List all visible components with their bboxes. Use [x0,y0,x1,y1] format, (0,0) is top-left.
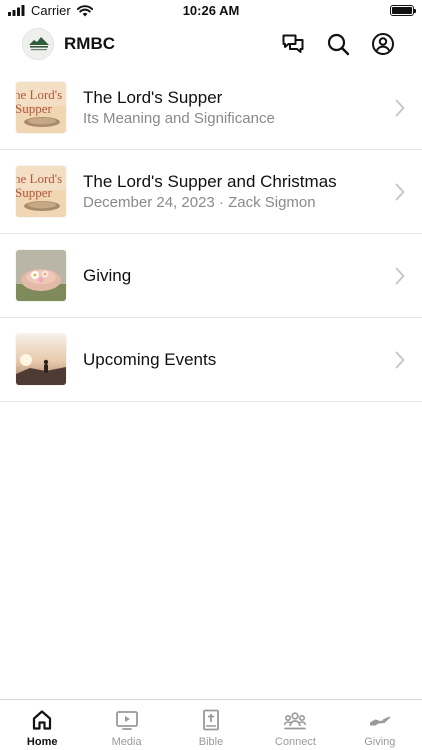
connect-icon [284,712,307,730]
thumb-text-line-2: Supper [16,101,53,116]
tab-label: Giving [364,736,396,748]
thumb-text-line-1: he Lord's [16,171,62,186]
list-item-subtitle: Its Meaning and Significance [83,109,275,127]
tab-bible[interactable]: Bible [169,700,253,750]
thumb-text-line-2: Supper [16,185,53,200]
list-item-text: Upcoming Events [83,318,382,401]
church-logo[interactable] [22,28,54,60]
battery-tip [414,9,416,13]
giving-icon [369,716,391,726]
tab-connect[interactable]: Connect [253,700,337,750]
events-thumbnail [16,334,66,385]
search-icon[interactable] [326,32,350,56]
list-item-subtitle: December 24, 2023 · Zack Sigmon [83,193,316,211]
account-icon[interactable] [371,32,395,56]
battery-level [392,7,412,14]
list-item-text: Giving [83,234,382,317]
list-item-text: The Lord's Supper and Christmas December… [83,150,382,233]
list-item-title: Giving [83,265,132,285]
lords-supper-thumbnail: he Lord's Supper [16,166,66,217]
media-icon [115,711,138,730]
tab-media[interactable]: Media [84,700,168,750]
giving-thumbnail [16,250,66,301]
lords-supper-image: he Lord's Supper [16,82,66,133]
lords-supper-thumbnail: he Lord's Supper [16,82,66,133]
status-bar: Carrier 10:26 AM [0,0,422,22]
list-item[interactable]: he Lord's Supper The Lord's Supper Its M… [0,66,422,150]
list-item[interactable]: he Lord's Supper The Lord's Supper and C… [0,150,422,234]
chevron-right-icon [395,183,405,201]
list-item[interactable]: Giving [0,234,422,318]
events-image [16,334,66,385]
chat-icon[interactable] [281,32,305,56]
chevron-right-icon [395,267,405,285]
tab-label: Bible [198,736,224,748]
list-item-title: The Lord's Supper and Christmas [83,171,337,191]
app-header: RMBC [0,22,422,66]
list-item[interactable]: Upcoming Events [0,318,422,402]
tab-label: Connect [274,736,316,748]
chevron-right-icon [395,99,405,117]
tab-bar: Home Media Bible Connect Giving [0,699,422,750]
list-item-text: The Lord's Supper Its Meaning and Signif… [83,66,382,149]
battery-icon [390,5,416,16]
chevron-right-icon [395,351,405,369]
app-title: RMBC [64,34,115,53]
tab-label: Home [26,736,58,748]
tab-giving[interactable]: Giving [338,700,422,750]
thumb-text-line-1: he Lord's [16,87,62,102]
list-item-title: The Lord's Supper [83,87,223,107]
tab-home[interactable]: Home [0,700,84,750]
bible-icon [203,709,219,731]
giving-image [16,250,66,301]
home-icon [33,710,52,730]
content-list: he Lord's Supper The Lord's Supper Its M… [0,66,422,402]
list-item-title: Upcoming Events [83,349,217,369]
logo-mountain-icon [23,29,53,59]
lords-supper-image: he Lord's Supper [16,166,66,217]
status-time: 10:26 AM [182,3,240,18]
tab-label: Media [111,736,142,748]
